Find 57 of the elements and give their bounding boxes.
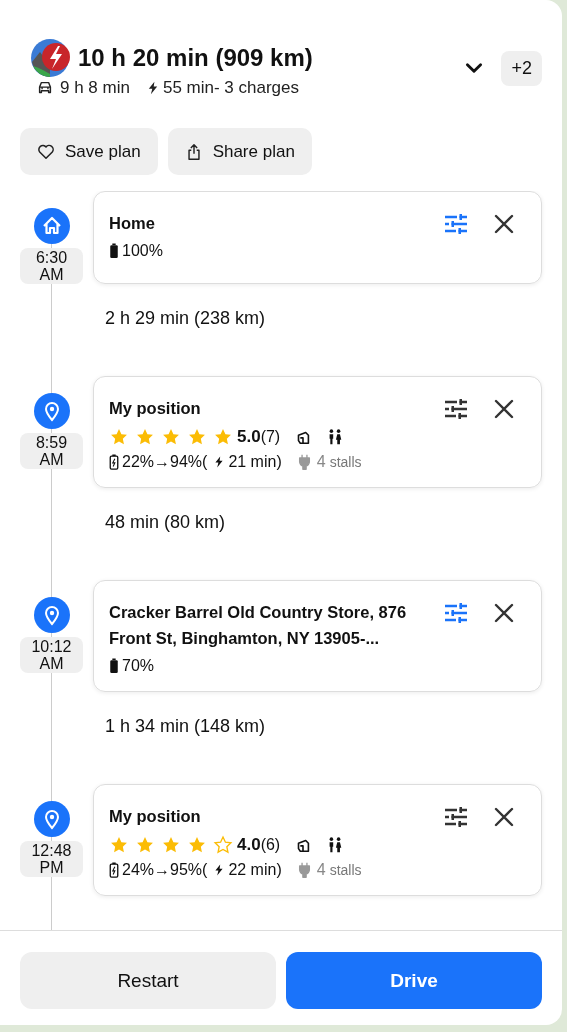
arrival-time: 12:48 PM <box>20 841 83 877</box>
battery-icon <box>109 242 119 260</box>
close-icon[interactable] <box>494 399 514 419</box>
leg-duration: 1 h 34 min (148 km) <box>105 716 266 736</box>
arrival-time: 8:59 AM <box>20 433 83 469</box>
stop-name: Home <box>109 213 156 234</box>
charging-battery-icon <box>109 453 119 471</box>
settings-sliders-icon[interactable] <box>444 212 468 236</box>
leg-duration: 48 min (80 km) <box>105 512 226 532</box>
location-marker-icon <box>33 393 70 429</box>
rating-value: 5.0 <box>237 427 261 447</box>
settings-sliders-icon[interactable] <box>444 601 468 625</box>
review-count: (7) <box>260 428 281 446</box>
charge-range: 22%→94%( <box>122 453 208 471</box>
plug-icon <box>297 861 311 879</box>
stop-name: My position <box>109 398 202 419</box>
charging-battery-icon <box>109 861 119 879</box>
arrival-time: 6:30 AM <box>20 248 83 284</box>
settings-sliders-icon[interactable] <box>444 805 468 829</box>
stop-card[interactable]: My position 4.0(6) 24%→95%( 22 min) 4 stalls <box>93 784 542 896</box>
battery-icon <box>109 657 119 675</box>
stop-card[interactable]: Cracker Barrel Old Country Store, 876 Front St, Binghamton, NY 13905-... 70% <box>93 580 542 692</box>
close-icon[interactable] <box>494 214 514 234</box>
leg-duration: 2 h 29 min (238 km) <box>105 308 266 328</box>
location-marker-icon <box>33 597 70 633</box>
location-marker-icon <box>33 801 70 837</box>
settings-sliders-icon[interactable] <box>444 397 468 421</box>
charge-summary: 55 min- 3 charges <box>162 78 299 98</box>
plug-icon <box>297 453 311 471</box>
review-count: (6) <box>260 836 281 854</box>
close-icon[interactable] <box>494 807 514 827</box>
stalls-label: stalls <box>329 862 362 878</box>
stalls-count: 4 <box>316 453 326 471</box>
more-routes-button[interactable]: +2 <box>501 50 542 86</box>
battery-level: 70% <box>122 657 155 675</box>
stop-card[interactable]: My position 5.0(7) 22%→94%( 21 min) 4 stalls <box>93 376 542 488</box>
battery-level: 100% <box>122 242 163 260</box>
restart-button[interactable]: Restart <box>20 952 276 1009</box>
close-icon[interactable] <box>494 603 514 623</box>
charge-duration: 21 min) <box>228 453 282 471</box>
drive-button[interactable]: Drive <box>286 952 542 1009</box>
stop-name: My position <box>109 806 202 827</box>
stalls-count: 4 <box>316 861 326 879</box>
stalls-label: stalls <box>329 454 362 470</box>
logo-icon <box>30 38 70 78</box>
home-marker-icon <box>33 208 70 244</box>
charge-range: 24%→95%( <box>122 861 208 879</box>
share-plan-button[interactable]: Share plan <box>167 128 312 175</box>
heart-icon <box>37 142 55 161</box>
stop-name: Cracker Barrel Old Country Store, 876 Front St, Binghamton, NY 13905-... <box>109 602 408 649</box>
rating-value: 4.0 <box>237 835 261 855</box>
trip-title: 10 h 20 min (909 km) <box>78 44 313 72</box>
save-plan-button[interactable]: Save plan <box>20 128 158 175</box>
drive-time: 9 h 8 min <box>60 78 130 98</box>
charge-duration: 22 min) <box>228 861 282 879</box>
arrival-time: 10:12 AM <box>20 637 83 673</box>
stop-card[interactable]: Home 100% <box>93 191 542 284</box>
